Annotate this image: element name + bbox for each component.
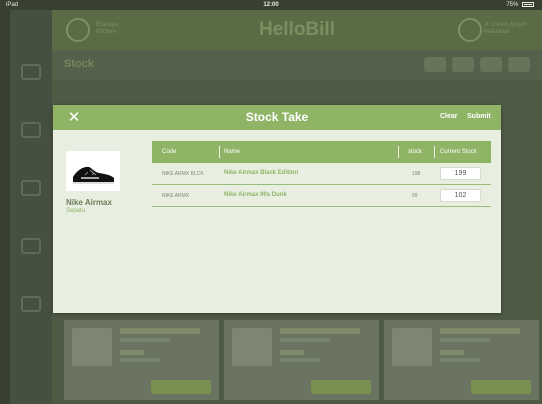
product-image (66, 151, 120, 191)
row-code: NIKE ARMX (162, 193, 190, 199)
sidebar-settings-icon (21, 238, 41, 254)
modal-title: Stock Take (245, 110, 309, 124)
header-divider (434, 146, 435, 158)
store-name: Jl. Lorem Ipsum Makassar (484, 22, 534, 36)
battery-icon (522, 1, 534, 7)
table-row: NIKE ARMX BLCK Nike Airmax Black Edition… (152, 163, 491, 185)
header-current-stock: Current Stock (440, 149, 477, 155)
app-sidebar (10, 10, 52, 404)
header-code: Code (162, 149, 177, 155)
row-code: NIKE ARMX BLCK (162, 171, 204, 177)
clear-button[interactable]: Clear (440, 113, 458, 120)
tool-button-2 (452, 57, 474, 72)
header-divider (398, 146, 399, 158)
close-icon[interactable]: ✕ (64, 108, 84, 128)
store-line1: Jl. Lorem Ipsum (484, 22, 527, 28)
product-card (384, 320, 539, 400)
status-bar: iPad 12:00 75% (0, 0, 542, 10)
row-stock: 99 (412, 193, 418, 199)
sidebar-stock-icon (21, 122, 41, 138)
header-divider (219, 146, 220, 158)
page-title: Stock (64, 58, 94, 70)
app-subbar: Stock (52, 50, 542, 80)
app-header: Ekaraya Kitchen HelloBill Jl. Lorem Ipsu… (52, 10, 542, 50)
row-name: Nike Airmax Black Edition (224, 170, 299, 176)
tool-button-1 (424, 57, 446, 72)
store-logo-icon (458, 18, 482, 42)
header-stock: stock (408, 149, 423, 155)
table-header: Code Name stock Current Stock (152, 141, 491, 163)
current-stock-input[interactable] (440, 167, 481, 180)
sneaker-icon (73, 166, 114, 184)
store-line2: Makassar (484, 29, 511, 35)
clock: 12:00 (263, 2, 279, 8)
tool-button-4 (508, 57, 530, 72)
stock-take-modal: ✕ Stock Take Clear Submit Nike Airmax Se… (53, 105, 501, 313)
battery-percent: 75% (506, 2, 519, 8)
product-card (224, 320, 379, 400)
modal-header: ✕ Stock Take Clear Submit (53, 105, 501, 130)
current-stock-input[interactable] (440, 189, 481, 202)
product-name: Nike Airmax (66, 198, 112, 207)
submit-button[interactable]: Submit (467, 113, 491, 120)
tool-button-3 (480, 57, 502, 72)
battery-indicator: 75% (506, 0, 534, 10)
sidebar-report-icon (21, 180, 41, 196)
row-name: Nike Airmax 90s Dunk (224, 192, 287, 198)
product-card (64, 320, 219, 400)
product-cards (52, 320, 542, 404)
sidebar-menu-icon (21, 64, 41, 80)
table-row: NIKE ARMX Nike Airmax 90s Dunk 99 (152, 185, 491, 207)
stock-table: Code Name stock Current Stock NIKE ARMX … (152, 141, 491, 207)
product-category: Sepatu (66, 208, 86, 214)
header-name: Name (224, 149, 241, 155)
sidebar-active-icon (21, 296, 41, 312)
row-stock: 198 (412, 171, 421, 177)
